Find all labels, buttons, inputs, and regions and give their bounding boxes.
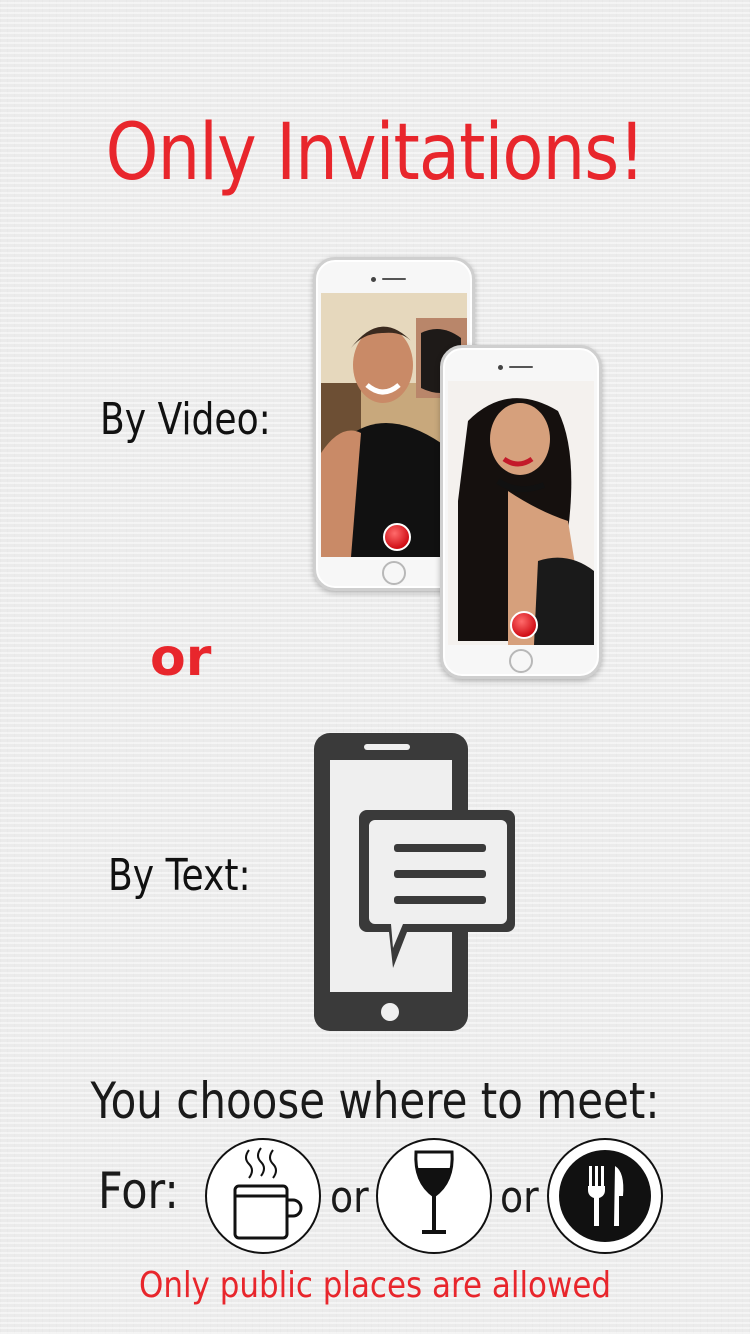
page-title: Only Invitations! bbox=[105, 108, 646, 198]
phone-message-icon bbox=[314, 733, 515, 1031]
speaker-icon bbox=[509, 366, 533, 368]
front-camera-icon bbox=[371, 277, 376, 282]
dining-option[interactable] bbox=[547, 1138, 663, 1254]
home-button bbox=[509, 649, 533, 673]
wine-glass-icon bbox=[414, 1150, 454, 1234]
home-button bbox=[382, 561, 406, 585]
phone-video-call-woman bbox=[440, 345, 602, 679]
wine-option[interactable] bbox=[376, 1138, 492, 1254]
front-camera-icon bbox=[498, 365, 503, 370]
or-separator-1: or bbox=[330, 1172, 369, 1223]
public-places-note: Only public places are allowed bbox=[138, 1265, 612, 1306]
video-feed-woman bbox=[448, 381, 594, 645]
record-button-icon[interactable] bbox=[510, 611, 538, 639]
meet-heading: You choose where to meet: bbox=[90, 1072, 660, 1130]
by-video-label: By Video: bbox=[100, 394, 271, 445]
fork-knife-icon bbox=[559, 1150, 651, 1242]
or-separator: or bbox=[150, 628, 212, 688]
coffee-option[interactable] bbox=[205, 1138, 321, 1254]
speaker-icon bbox=[382, 278, 406, 280]
or-separator-2: or bbox=[500, 1172, 539, 1223]
record-button-icon[interactable] bbox=[383, 523, 411, 551]
by-text-label: By Text: bbox=[108, 850, 251, 901]
for-label: For: bbox=[98, 1162, 179, 1220]
woman-photo bbox=[448, 381, 594, 645]
coffee-cup-icon bbox=[233, 1147, 303, 1240]
